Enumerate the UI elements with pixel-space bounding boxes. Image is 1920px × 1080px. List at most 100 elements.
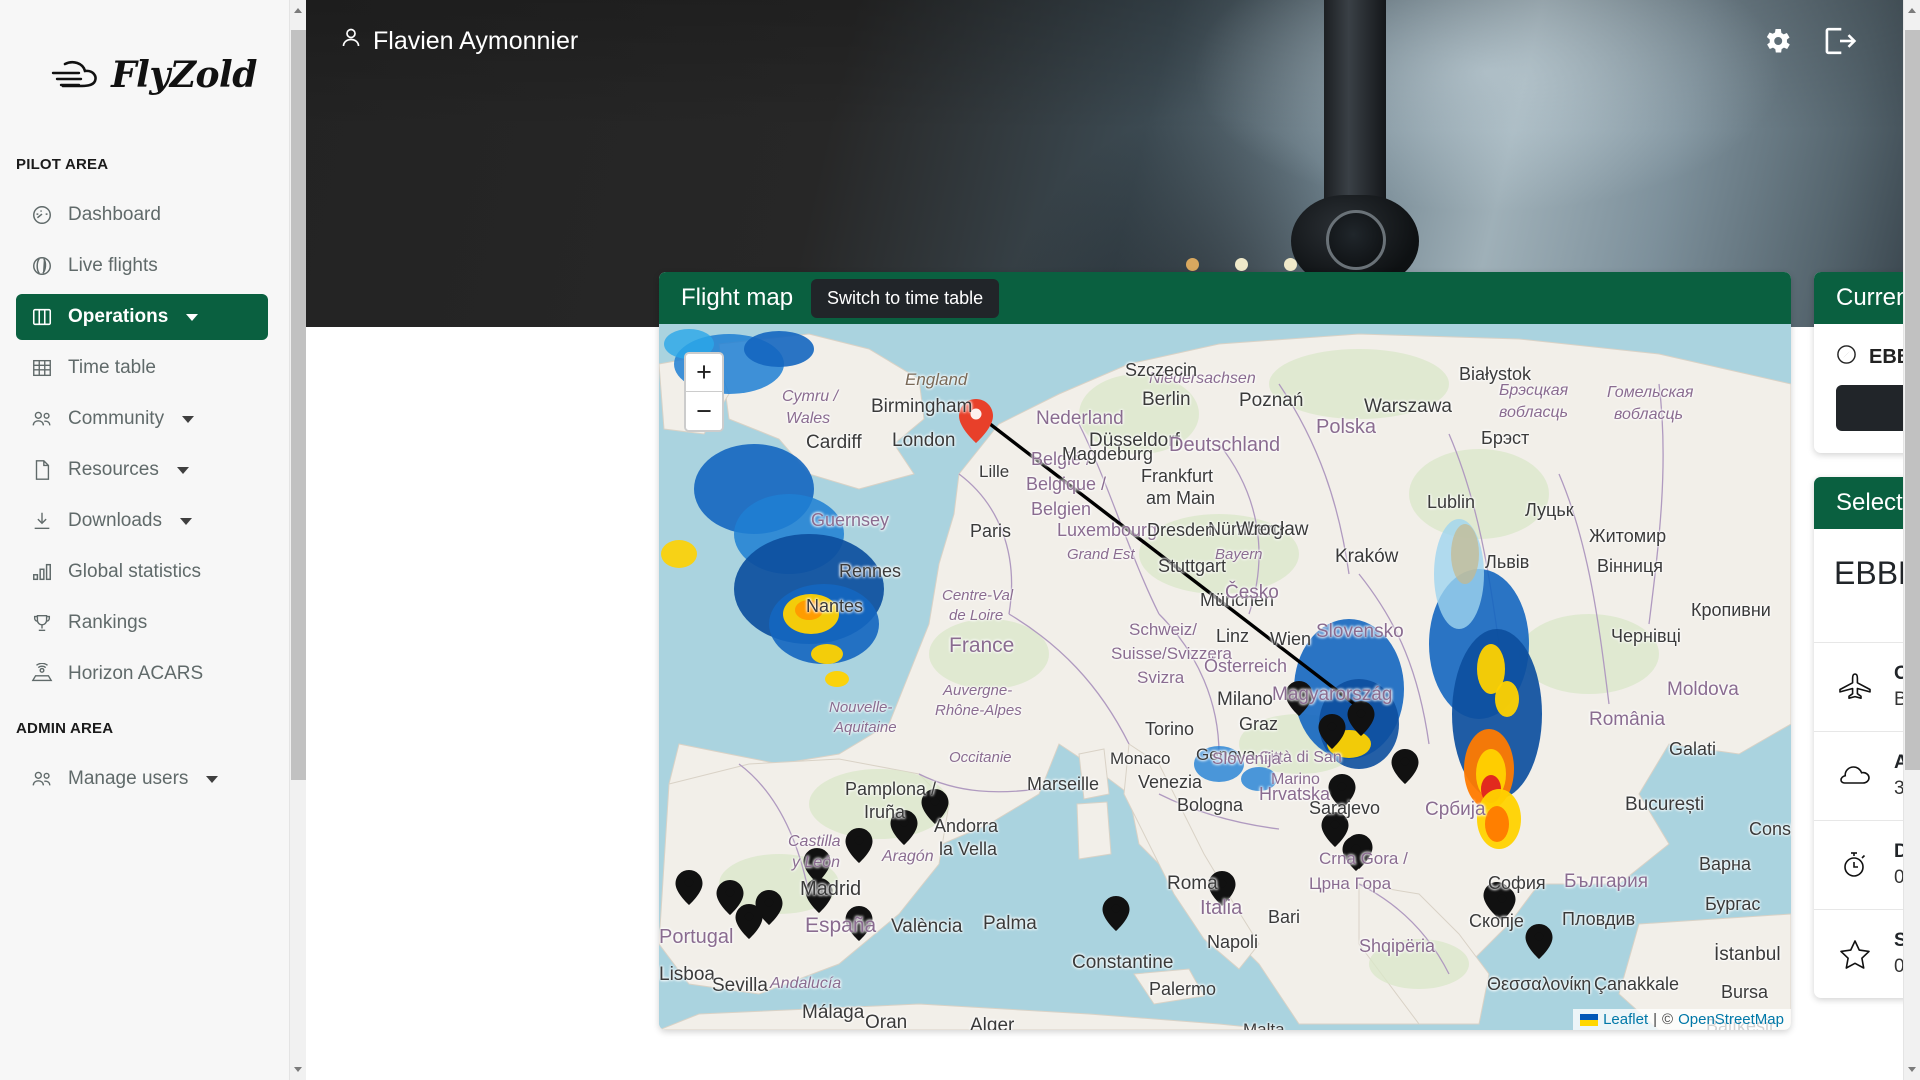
map-label: Aragón [882, 848, 934, 865]
leaflet-link[interactable]: Leaflet [1603, 1011, 1648, 1028]
map-attribution: Leaflet | © OpenStreetMap [1573, 1009, 1791, 1030]
openstreetmap-link[interactable]: OpenStreetMap [1678, 1011, 1784, 1028]
sidebar-item-downloads[interactable]: Downloads [16, 498, 268, 544]
map-label: Moldova [1667, 679, 1739, 700]
chevron-down-icon [186, 313, 199, 321]
map-label: Çanakkale [1594, 974, 1680, 994]
map-label: Cardiff [806, 432, 862, 453]
map-label: Graz [1239, 714, 1279, 734]
sidebar-item-label: Rankings [68, 612, 148, 633]
map-label: Frankfurt [1141, 466, 1214, 486]
user-display[interactable]: Flavien Aymonnier [340, 26, 578, 57]
brand[interactable]: FlyZold [0, 0, 306, 150]
sidebar-item-time-table[interactable]: Time table [16, 345, 268, 391]
map-label: Rhône-Alpes [935, 702, 1022, 719]
map-label: y León [792, 854, 841, 871]
sidebar-section-label-admin: ADMIN AREA [16, 720, 114, 737]
map-label: Auvergne- [943, 682, 1013, 699]
file-icon [30, 458, 54, 482]
map-label: Madrid [800, 878, 862, 900]
map-zoom-controls[interactable]: + − [684, 352, 724, 432]
map-label: Iruña [864, 802, 906, 822]
logout-icon[interactable] [1823, 25, 1857, 57]
content-area: Flight map Switch to time table England B… [306, 272, 1920, 1080]
map-label: de Loire [949, 607, 1004, 624]
map-label: Wrocław [1236, 519, 1309, 540]
sidebar-item-dashboard[interactable]: Dashboard [16, 192, 268, 238]
map-label: Roma [1167, 873, 1218, 894]
flight-map-header: Flight map Switch to time table [659, 272, 1791, 324]
map-label: İstanbul [1714, 944, 1781, 965]
scroll-down-arrow-icon[interactable] [294, 1067, 302, 1072]
map-label: Бургас [1705, 894, 1761, 914]
people-icon [30, 767, 54, 791]
map-label: Пловдив [1562, 909, 1636, 929]
map-label: Venezia [1138, 772, 1203, 792]
map-label: România [1589, 709, 1666, 730]
main-scrollbar-thumb[interactable] [1905, 30, 1920, 770]
map-label: Nantes [806, 596, 864, 616]
map-label: Constantine [1072, 952, 1174, 973]
cloud-icon [1836, 763, 1874, 789]
carousel-dot[interactable] [1186, 258, 1199, 271]
map-label: Guernsey [811, 510, 890, 530]
scroll-up-arrow-icon[interactable] [294, 8, 302, 13]
sidebar-item-operations[interactable]: Operations [16, 294, 268, 340]
map-label: вобласць [1614, 406, 1684, 423]
scroll-up-arrow-icon[interactable] [1908, 8, 1916, 13]
chevron-down-icon [180, 517, 192, 525]
map-label: Житомир [1589, 526, 1667, 546]
sidebar-item-resources[interactable]: Resources [16, 447, 268, 493]
star-icon [1836, 939, 1874, 969]
sidebar-item-live-flights[interactable]: Live flights [16, 243, 268, 289]
map-label: Szczecin [1125, 360, 1198, 380]
sidebar-item-community[interactable]: Community [16, 396, 268, 442]
sidebar-item-manage-users[interactable]: Manage users [16, 756, 268, 802]
map-label: Kraków [1335, 546, 1399, 567]
map-label: София [1488, 873, 1546, 893]
sidebar-item-label: Time table [68, 357, 156, 378]
gear-icon[interactable] [1761, 25, 1793, 57]
switch-to-time-table-button[interactable]: Switch to time table [811, 278, 1000, 318]
flight-map-title: Flight map [681, 284, 794, 311]
map-label: Schweiz/ [1129, 620, 1198, 639]
sidebar-scrollbar[interactable] [289, 0, 306, 1080]
map-label: Львів [1485, 552, 1530, 572]
sidebar: FlyZold PILOT AREA Dashboard Live flight… [0, 0, 306, 1080]
sidebar-item-rankings[interactable]: Rankings [16, 600, 268, 646]
carousel-dots[interactable] [1186, 258, 1297, 271]
carousel-dot[interactable] [1235, 258, 1248, 271]
map-label: Palermo [1149, 979, 1217, 999]
sidebar-scrollbar-thumb[interactable] [291, 30, 306, 780]
map-label: Црна Гора [1309, 874, 1392, 893]
map-label: Lisboa [659, 964, 715, 985]
map-label: Magdeburg [1062, 444, 1154, 464]
map-label: Slovenija [1212, 749, 1281, 768]
map-label: Гомельская [1607, 384, 1694, 401]
map-label: Pamplona / [845, 779, 937, 799]
sidebar-item-label: Horizon ACARS [68, 663, 204, 684]
map-label: Брэст [1481, 428, 1530, 448]
map-label: Galati [1669, 739, 1717, 759]
map-label: Варна [1699, 854, 1751, 874]
sidebar-item-horizon-acars[interactable]: Horizon ACARS [16, 651, 268, 697]
map-label: Lille [979, 462, 1010, 481]
sidebar-item-global-statistics[interactable]: Global statistics [16, 549, 268, 595]
ukraine-flag-icon [1580, 1013, 1599, 1026]
zoom-in-button[interactable]: + [686, 354, 722, 392]
zoom-out-button[interactable]: − [686, 392, 722, 430]
map-label: Брэсцкая [1499, 382, 1569, 399]
globe-icon [30, 254, 54, 278]
main-scrollbar[interactable] [1903, 0, 1920, 1080]
map-label: Poznań [1239, 390, 1304, 411]
trophy-icon [30, 611, 54, 635]
topbar: Flavien Aymonnier [306, 0, 1903, 82]
map-label: Луцьк [1525, 500, 1574, 520]
scroll-down-arrow-icon[interactable] [1908, 1067, 1916, 1072]
map-label: Birmingham [871, 396, 973, 417]
map-label: Svizra [1137, 668, 1185, 687]
carousel-dot[interactable] [1284, 258, 1297, 271]
map-label: Napoli [1207, 932, 1259, 952]
leaflet-map[interactable]: England Birmingham Cymru / Wales Cardiff Lond… [659, 324, 1791, 1030]
person-icon [340, 26, 362, 57]
